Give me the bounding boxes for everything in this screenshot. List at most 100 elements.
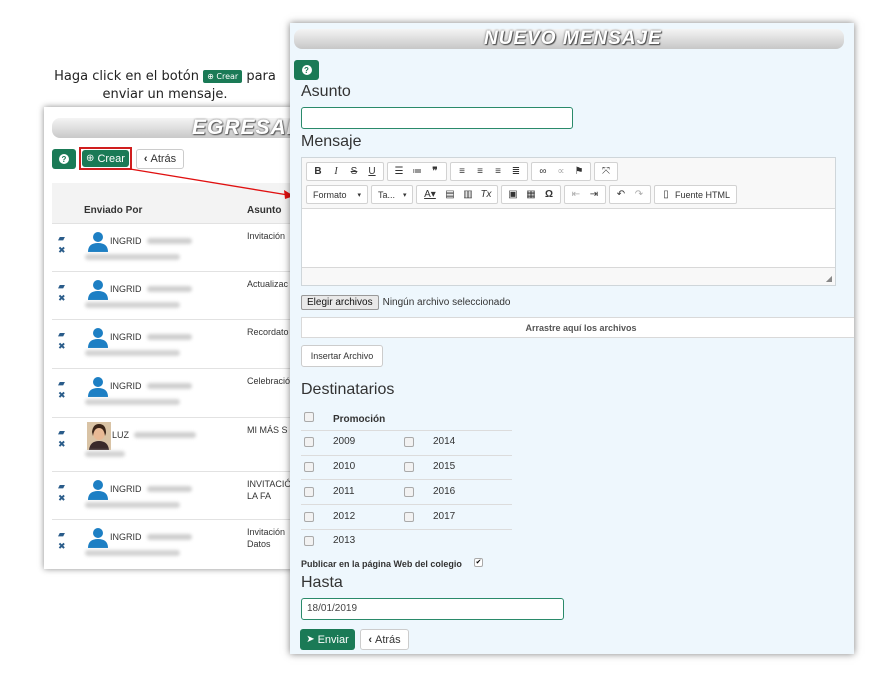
enviar-button[interactable]: ➤ Enviar [300, 629, 355, 650]
file-dropzone[interactable]: Arrastre aquí los archivos [301, 317, 854, 338]
year-checkbox-2010[interactable] [304, 462, 314, 472]
asunto-input[interactable] [301, 107, 573, 129]
special-char-icon[interactable]: Ω [540, 187, 558, 202]
folder-open-icon[interactable]: ▰ [58, 481, 65, 492]
redacted-text [147, 238, 192, 244]
bold-icon[interactable]: B [309, 164, 327, 179]
year-checkbox-2012[interactable] [304, 512, 314, 522]
atras-button[interactable]: ‹ Atrás [360, 629, 409, 650]
folder-open-icon[interactable]: ▰ [58, 233, 65, 244]
folder-open-icon[interactable]: ▰ [58, 529, 65, 540]
publicar-checkbox[interactable]: ✔ [474, 558, 483, 567]
file-status-text: Ningún archivo seleccionado [382, 297, 511, 308]
text-color-icon[interactable]: A▾ [419, 187, 441, 202]
folder-open-icon[interactable]: ▰ [58, 378, 65, 389]
italic-icon[interactable]: I [327, 164, 345, 179]
year-checkbox-2009[interactable] [304, 437, 314, 447]
bulleted-list-icon[interactable]: ☰ [390, 164, 408, 179]
anchor-flag-icon[interactable]: ⚑ [570, 164, 588, 179]
table-row[interactable]: ▰ ✖ INGRID Celebració [52, 368, 294, 417]
close-icon[interactable]: ✖ [58, 245, 66, 256]
redo-icon[interactable]: ↷ [630, 187, 648, 202]
close-icon[interactable]: ✖ [58, 541, 66, 552]
toolbar-group-insert: ▣ ▦ Ω [501, 185, 561, 204]
atras-button[interactable]: ‹ Atrás [136, 149, 184, 169]
sender-name: INGRID [110, 381, 142, 391]
year-checkbox-2017[interactable] [404, 512, 414, 522]
underline-icon[interactable]: U [363, 164, 381, 179]
toolbar-group-links: ∞ ∝ ⚑ [531, 162, 591, 181]
undo-icon[interactable]: ↶ [612, 187, 630, 202]
instruction-text: Haga click en el botón ⊕ Crear para envi… [50, 68, 280, 104]
table-row[interactable]: ▰ ✖ INGRID Recordato [52, 319, 294, 368]
help-button[interactable]: ? [294, 60, 319, 80]
elegir-archivos-button[interactable]: Elegir archivos [301, 295, 379, 310]
close-icon[interactable]: ✖ [58, 341, 66, 352]
select-all-checkbox[interactable] [304, 412, 314, 422]
table-row[interactable]: ▰ ✖ INGRID Invitación Datos [52, 519, 294, 569]
align-left-icon[interactable]: ≡ [453, 164, 471, 179]
paste-icon[interactable]: ▤ [441, 187, 459, 202]
fuente-html-button[interactable]: ▯ Fuente HTML [654, 185, 738, 204]
subject-text: INVITACIÓ DE LA FA [247, 479, 294, 501]
egresados-window: EGRESADOS ? ⊕ Crear ‹ Atrás Enviado Por … [44, 107, 294, 569]
sender-name: INGRID [110, 236, 142, 246]
user-icon [88, 280, 108, 300]
redacted-text [85, 302, 180, 308]
size-dropdown[interactable]: Ta... ▾ [371, 185, 413, 204]
table-icon[interactable]: ▦ [522, 187, 540, 202]
year-checkbox-2013[interactable] [304, 536, 314, 546]
folder-open-icon[interactable]: ▰ [58, 281, 65, 292]
align-center-icon[interactable]: ≡ [471, 164, 489, 179]
remove-format-icon[interactable]: Tx [477, 187, 495, 202]
year-checkbox-2014[interactable] [404, 437, 414, 447]
crear-button[interactable]: ⊕ Crear [82, 150, 129, 167]
editor-content-area[interactable] [302, 208, 835, 268]
redacted-text [85, 550, 180, 556]
sender-name: INGRID [110, 284, 142, 294]
close-icon[interactable]: ✖ [58, 293, 66, 304]
year-checkbox-2015[interactable] [404, 462, 414, 472]
table-row[interactable]: ▰ ✖ LUZ MI MÁS S [52, 417, 294, 471]
unlink-icon[interactable]: ∝ [552, 164, 570, 179]
table-row[interactable]: ▰ ✖ INGRID Actualizac [52, 271, 294, 319]
link-icon[interactable]: ∞ [534, 164, 552, 179]
toolbar-group-history: ↶ ↷ [609, 185, 651, 204]
year-checkbox-2016[interactable] [404, 487, 414, 497]
user-icon [88, 528, 108, 548]
toolbar-group-indent: ⇤ ⇥ [564, 185, 606, 204]
column-header-enviado[interactable]: Enviado Por [84, 205, 142, 216]
year-checkbox-2011[interactable] [304, 487, 314, 497]
hasta-date-input[interactable]: 18/01/2019 [301, 598, 564, 620]
indent-icon[interactable]: ⇥ [585, 187, 603, 202]
promocion-header: Promoción [333, 414, 386, 425]
folder-open-icon[interactable]: ▰ [58, 427, 65, 438]
align-right-icon[interactable]: ≡ [489, 164, 507, 179]
strikethrough-icon[interactable]: S [345, 164, 363, 179]
toolbar-group-maximize: ⤧ [594, 162, 618, 181]
atras-button-label: Atrás [150, 153, 177, 165]
blockquote-icon[interactable]: ❞ [426, 164, 444, 179]
year-label: 2009 [333, 436, 356, 447]
resize-handle-icon[interactable]: ◢ [826, 274, 832, 283]
subject-text: MI MÁS S [247, 425, 288, 435]
format-dropdown[interactable]: Formato ▾ [306, 185, 368, 204]
column-header-asunto[interactable]: Asunto [247, 205, 281, 216]
close-icon[interactable]: ✖ [58, 390, 66, 401]
paste-word-icon[interactable]: ▥ [459, 187, 477, 202]
close-icon[interactable]: ✖ [58, 493, 66, 504]
maximize-icon[interactable]: ⤧ [597, 164, 615, 179]
help-button[interactable]: ? [52, 149, 76, 169]
close-icon[interactable]: ✖ [58, 439, 66, 450]
size-dropdown-label: Ta... [378, 189, 396, 200]
image-icon[interactable]: ▣ [504, 187, 522, 202]
numbered-list-icon[interactable]: ≔ [408, 164, 426, 179]
insertar-archivo-button[interactable]: Insertar Archivo [301, 345, 383, 367]
align-justify-icon[interactable]: ≣ [507, 164, 525, 179]
redacted-text [85, 399, 180, 405]
folder-open-icon[interactable]: ▰ [58, 329, 65, 340]
outdent-icon[interactable]: ⇤ [567, 187, 585, 202]
instruction-line1-post: para [246, 69, 276, 84]
table-row[interactable]: ▰ ✖ INGRID Invitación [52, 223, 294, 271]
table-row[interactable]: ▰ ✖ INGRID INVITACIÓ DE LA FA [52, 471, 294, 519]
